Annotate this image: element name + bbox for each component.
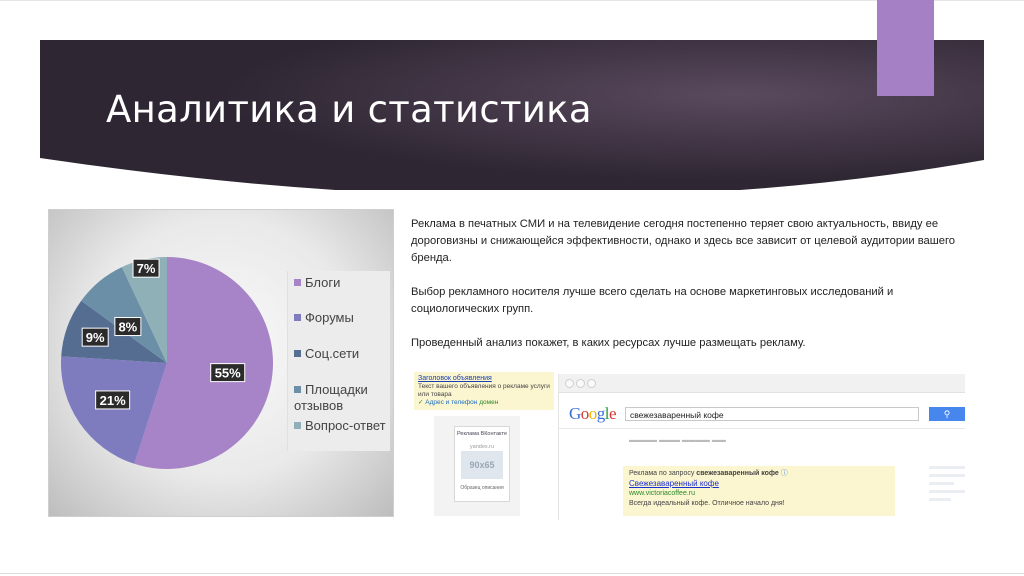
data-label-5: 7% — [132, 258, 160, 278]
logo-letter: g — [596, 404, 606, 423]
legend-item-qa: Вопрос-ответ — [294, 418, 386, 434]
browser-chrome — [559, 374, 965, 393]
vk-ad-sub: yandex.ru — [469, 444, 495, 450]
legend-label: Соц.сети — [305, 346, 360, 361]
data-label-3: 9% — [81, 327, 109, 347]
google-browser-window: Google свежезаваренный кофе ⚲ ▬▬▬▬ ▬▬▬ ▬… — [558, 374, 965, 520]
svg-text:7%: 7% — [137, 261, 156, 276]
legend-label: Площадки отзывов — [294, 382, 368, 413]
search-icon: ⚲ — [943, 409, 951, 419]
logo-letter: G — [569, 404, 581, 423]
data-label-4: 8% — [114, 317, 142, 337]
ad-title: Заголовок объявления — [418, 375, 492, 382]
slide-title: Аналитика и статистика — [106, 88, 592, 131]
accent-tab — [877, 0, 934, 96]
pie-chart: 55% 21% 9% 8% 7% Блоги Форумы Соц.сети Площа… — [48, 209, 394, 517]
legend-item-blogs: Блоги — [294, 275, 340, 291]
paragraph: Реклама в печатных СМИ и на телевидение … — [411, 218, 956, 264]
vk-ad-panel: Реклама ВКонтакте yandex.ru 90x65 Образе… — [434, 416, 520, 516]
top-divider — [0, 0, 1024, 1]
result-tabs-placeholder: ▬▬▬▬ ▬▬▬ ▬▬▬▬ ▬▬ — [629, 437, 726, 444]
vk-ad-caption: Образец описания — [460, 485, 504, 491]
ad-link[interactable]: Свежезаваренный кофе — [629, 479, 889, 489]
check-icon: ✓ — [418, 399, 424, 406]
vk-ad-card: Реклама ВКонтакте yandex.ru 90x65 Образе… — [454, 426, 510, 502]
legend-swatch — [294, 386, 301, 393]
data-label-2: 21% — [95, 390, 131, 410]
ad-domain: www.victoriacoffee.ru — [629, 490, 696, 497]
svg-text:8%: 8% — [118, 320, 137, 335]
yandex-ad-block: Заголовок объявления Текст вашего объявл… — [414, 372, 554, 410]
legend-swatch — [294, 314, 301, 321]
body-text: Реклама в печатных СМИ и на телевидение … — [411, 216, 981, 369]
google-ad-block: Реклама по запросу свежезаваренный кофе … — [623, 466, 895, 516]
svg-text:21%: 21% — [100, 393, 126, 408]
ad-body: Текст вашего объявления о рекламе услуги… — [418, 383, 550, 398]
legend-label: Форумы — [305, 310, 354, 325]
sidebar-placeholder — [929, 466, 965, 516]
data-label-1: 55% — [210, 363, 246, 383]
legend-label: Блоги — [305, 275, 341, 290]
google-logo: Google — [569, 404, 617, 424]
legend-item-forums: Форумы — [294, 310, 354, 326]
legend-item-social: Соц.сети — [294, 346, 359, 362]
svg-text:9%: 9% — [86, 330, 105, 345]
window-dot-icon — [587, 379, 596, 388]
paragraph: Выбор рекламного носителя лучше всего сд… — [411, 286, 894, 315]
window-dot-icon — [576, 379, 585, 388]
chart-legend: Блоги Форумы Соц.сети Площадки отзывов В… — [287, 271, 390, 451]
legend-label: Вопрос-ответ — [305, 418, 386, 433]
legend-swatch — [294, 279, 301, 286]
svg-text:55%: 55% — [215, 366, 241, 381]
logo-letter: e — [609, 404, 617, 423]
paragraph: Проведенный анализ покажет, в каких ресу… — [411, 337, 806, 349]
search-input[interactable]: свежезаваренный кофе — [625, 407, 919, 421]
ad-text: Всегда идеальный кофе. Отличное начало д… — [629, 500, 785, 507]
logo-letter: o — [580, 404, 590, 423]
legend-swatch — [294, 422, 301, 429]
legend-swatch — [294, 350, 301, 357]
ad-header-prefix: Реклама по запросу — [629, 470, 695, 477]
logo-letter: o — [588, 404, 598, 423]
vk-ad-header: Реклама ВКонтакте — [456, 431, 508, 437]
window-dot-icon — [565, 379, 574, 388]
bottom-divider — [0, 573, 1024, 574]
info-icon: ⓘ — [780, 470, 788, 477]
vk-ad-image-placeholder: 90x65 — [461, 451, 503, 479]
ad-domain: домен — [479, 399, 499, 406]
ad-contact-link: Адрес и телефон — [425, 399, 478, 406]
divider — [559, 428, 965, 429]
legend-item-reviews: Площадки отзывов — [294, 382, 384, 414]
ad-header-query: свежезаваренный кофе — [696, 470, 779, 477]
ad-screenshot: Заголовок объявления Текст вашего объявл… — [414, 372, 965, 520]
search-button[interactable]: ⚲ — [929, 407, 965, 421]
